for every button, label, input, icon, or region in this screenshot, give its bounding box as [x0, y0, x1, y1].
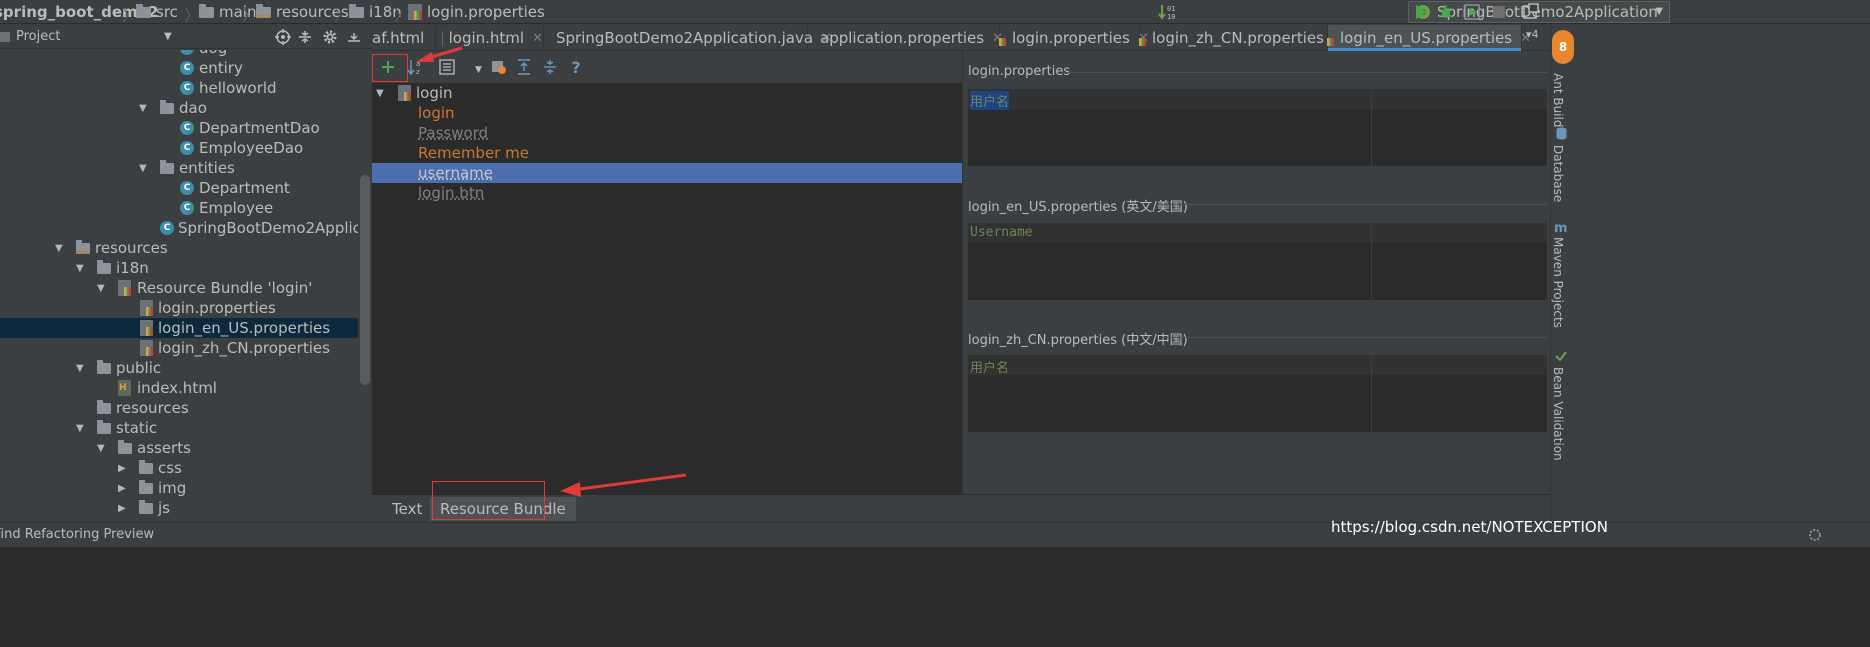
status-text[interactable]: Find Refactoring Preview [0, 527, 154, 542]
screen-bottom-area [0, 547, 1870, 647]
arrowhead-icon [560, 482, 581, 497]
annotation-arrow-resource-bundle [571, 473, 687, 492]
watermark-text: https://blog.csdn.net/NOTEXCEPTION [1331, 518, 1608, 536]
event-log-icon[interactable] [1808, 528, 1822, 542]
arrowhead-icon [416, 52, 434, 62]
